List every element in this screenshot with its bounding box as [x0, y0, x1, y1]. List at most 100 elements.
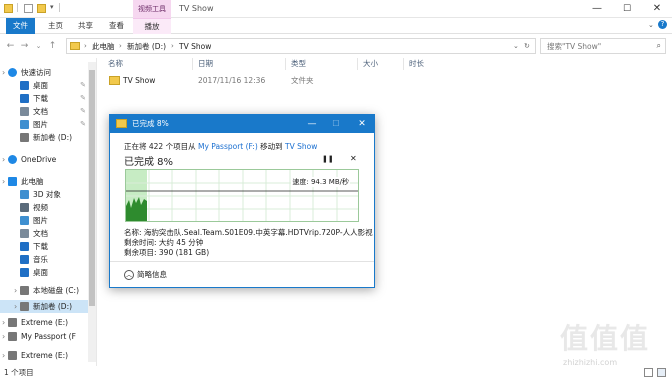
sidebar-item[interactable]: 3D 对象: [0, 188, 90, 201]
sidebar-item[interactable]: 文档: [0, 227, 90, 240]
sidebar-item-label: 文档: [33, 107, 48, 116]
refresh-icon[interactable]: ↻: [524, 39, 530, 54]
sidebar-item[interactable]: › Extreme (E:): [0, 316, 90, 329]
sidebar-item[interactable]: 桌面 ✎: [0, 79, 90, 92]
navigation-pane: › 快速访问 桌面 ✎ 下载 ✎ 文档 ✎ 图片 ✎ 新加卷 (D:) › OneDrive › 此电脑 3D…: [0, 58, 97, 366]
large-icons-view-icon[interactable]: [657, 368, 666, 377]
file-name: TV Show: [123, 76, 156, 85]
minimize-button[interactable]: —: [300, 115, 324, 133]
sidebar-item-label: 音乐: [33, 255, 48, 264]
drive-icon: [8, 318, 17, 327]
search-icon[interactable]: ⌕: [657, 41, 661, 51]
pin-icon[interactable]: ✎: [80, 79, 86, 92]
breadcrumb-separator[interactable]: ›: [84, 39, 87, 54]
sidebar-item[interactable]: 桌面: [0, 266, 90, 279]
picture-icon: [20, 216, 29, 225]
source-link[interactable]: My Passport (F:): [198, 142, 258, 151]
expand-chevron-icon[interactable]: ›: [14, 300, 17, 313]
breadcrumb-drive-d[interactable]: 新加卷 (D:): [127, 39, 166, 54]
expand-chevron-icon[interactable]: ›: [2, 153, 5, 166]
column-type[interactable]: 类型: [291, 58, 306, 70]
pin-icon[interactable]: ✎: [80, 105, 86, 118]
drive-icon: [20, 286, 29, 295]
tab-view[interactable]: 查看: [101, 18, 132, 34]
cancel-button[interactable]: ✕: [350, 154, 357, 163]
sidebar-item[interactable]: 音乐: [0, 253, 90, 266]
recent-locations-button[interactable]: ⌄: [32, 39, 45, 53]
sidebar-item[interactable]: › 此电脑: [0, 175, 90, 188]
help-icon[interactable]: ?: [658, 20, 667, 29]
column-divider[interactable]: [285, 58, 286, 70]
chevron-down-icon[interactable]: ⌄: [648, 21, 654, 29]
column-divider[interactable]: [403, 58, 404, 70]
breadcrumb-separator[interactable]: ›: [119, 39, 122, 54]
column-name[interactable]: 名称: [108, 58, 123, 70]
speed-graph: 速度: 94.3 MB/秒: [125, 169, 359, 222]
address-bar[interactable]: › 此电脑 › 新加卷 (D:) › TV Show ⌄ ↻: [66, 38, 536, 54]
properties-icon[interactable]: [24, 4, 33, 13]
column-divider[interactable]: [357, 58, 358, 70]
search-input[interactable]: 搜索"TV Show" ⌕: [540, 38, 666, 54]
pin-icon[interactable]: ✎: [80, 92, 86, 105]
column-duration[interactable]: 时长: [409, 58, 424, 70]
folder-icon: [109, 76, 120, 85]
new-folder-icon[interactable]: [37, 4, 46, 13]
forward-button[interactable]: →: [18, 39, 31, 53]
minimize-button[interactable]: —: [582, 0, 612, 18]
sidebar-item-label: 下载: [33, 94, 48, 103]
breadcrumb-tv-show[interactable]: TV Show: [179, 39, 211, 54]
expand-chevron-icon[interactable]: ›: [2, 316, 5, 329]
expand-chevron-icon[interactable]: ›: [2, 66, 5, 79]
sidebar-item[interactable]: 图片: [0, 214, 90, 227]
divider: |: [58, 3, 62, 13]
tab-home[interactable]: 主页: [40, 18, 71, 34]
tab-play[interactable]: 播放: [133, 18, 171, 34]
sidebar-item[interactable]: › 快速访问: [0, 66, 90, 79]
context-tab-video-tools[interactable]: 视频工具: [133, 0, 171, 18]
sidebar-item[interactable]: › 新加卷 (D:): [0, 300, 90, 313]
sidebar-item[interactable]: 下载: [0, 240, 90, 253]
sidebar-item-label: 桌面: [33, 81, 48, 90]
sidebar-item[interactable]: 视频: [0, 201, 90, 214]
drive-icon: [8, 332, 17, 341]
breadcrumb-separator[interactable]: ›: [171, 39, 174, 54]
details-view-icon[interactable]: [644, 368, 653, 377]
file-row[interactable]: TV Show 2017/11/16 12:36 文件夹: [104, 74, 484, 87]
sidebar-item[interactable]: › My Passport (F: [0, 330, 90, 343]
back-button[interactable]: ←: [4, 39, 17, 53]
sidebar-scroll-thumb[interactable]: [89, 70, 95, 306]
items-remaining-line: 剩余项目: 390 (181 GB): [124, 248, 210, 257]
breadcrumb-this-pc[interactable]: 此电脑: [92, 39, 115, 54]
chevron-down-icon[interactable]: ▾: [50, 3, 54, 11]
sidebar-item-label: OneDrive: [21, 155, 57, 164]
star-icon: [8, 68, 17, 77]
expand-chevron-icon[interactable]: ›: [2, 349, 5, 362]
maximize-button[interactable]: ☐: [612, 0, 642, 18]
download-icon: [20, 242, 29, 251]
column-date[interactable]: 日期: [198, 58, 213, 70]
sidebar-item[interactable]: 新加卷 (D:): [0, 131, 90, 144]
sidebar-item[interactable]: › OneDrive: [0, 153, 90, 166]
computer-icon: [8, 177, 17, 186]
chevron-down-icon[interactable]: ⌄: [513, 39, 519, 54]
tab-share[interactable]: 共享: [70, 18, 101, 34]
pause-button[interactable]: ❚❚: [322, 155, 334, 163]
close-button[interactable]: ✕: [350, 115, 374, 133]
fewer-details-label: 简略信息: [137, 270, 167, 279]
column-divider[interactable]: [192, 58, 193, 70]
sidebar-item[interactable]: 下载 ✎: [0, 92, 90, 105]
sidebar-item[interactable]: › 本地磁盘 (C:): [0, 284, 90, 297]
pin-icon[interactable]: ✎: [80, 118, 86, 131]
expand-chevron-icon[interactable]: ›: [2, 330, 5, 343]
tab-file[interactable]: 文件: [6, 18, 35, 34]
sidebar-item[interactable]: 图片 ✎: [0, 118, 90, 131]
close-button[interactable]: ✕: [642, 0, 672, 18]
fewer-details-button[interactable]: ︿ 简略信息: [124, 268, 167, 282]
destination-link[interactable]: TV Show: [285, 142, 317, 151]
up-button[interactable]: ↑: [46, 39, 59, 53]
column-size[interactable]: 大小: [363, 58, 378, 70]
sidebar-item[interactable]: › Extreme (E:): [0, 349, 90, 362]
expand-chevron-icon[interactable]: ›: [14, 284, 17, 297]
sidebar-item[interactable]: 文档 ✎: [0, 105, 90, 118]
expand-chevron-icon[interactable]: ›: [2, 175, 5, 188]
